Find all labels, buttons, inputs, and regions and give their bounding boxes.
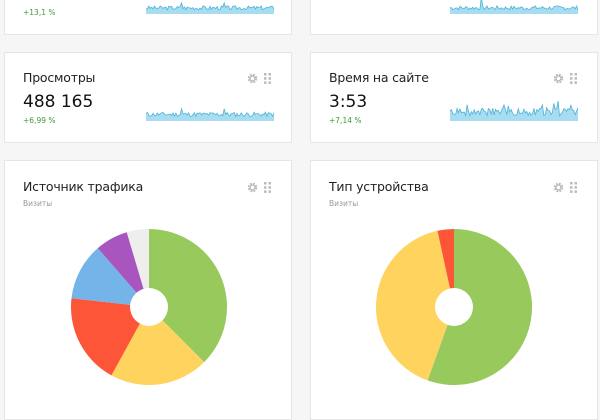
gear-icon[interactable] — [247, 182, 258, 193]
pie-hole — [130, 288, 168, 326]
card-title: Просмотры — [23, 70, 96, 85]
grip-icon[interactable] — [264, 182, 271, 193]
card-title: Время на сайте — [329, 70, 429, 85]
card-title: Источник трафика — [23, 179, 144, 194]
visits-change: +13,1 % — [23, 8, 56, 17]
pageviews-change: +6,99 % — [23, 116, 56, 125]
pageviews-sparkline — [146, 107, 274, 121]
device-type-pie-chart — [376, 229, 532, 385]
visits-card: +13,1 % — [4, 0, 292, 35]
users-sparkline — [450, 0, 578, 14]
grip-icon[interactable] — [570, 182, 577, 193]
traffic-source-card: Источник трафика Визиты — [4, 160, 292, 420]
pageviews-card: Просмотры 488 165 +6,99 % — [4, 52, 292, 143]
gear-icon[interactable] — [247, 73, 258, 84]
time-on-site-value: 3:53 — [329, 92, 368, 112]
pageviews-value: 488 165 — [23, 92, 94, 112]
visits-sparkline — [146, 1, 274, 14]
device-type-card: Тип устройства Визиты — [310, 160, 598, 420]
time-on-site-change: +7,14 % — [329, 116, 362, 125]
card-subtitle: Визиты — [329, 199, 359, 208]
pie-hole — [435, 288, 473, 326]
gear-icon[interactable] — [553, 182, 564, 193]
traffic-source-pie-chart — [71, 229, 227, 385]
card-subtitle: Визиты — [23, 199, 53, 208]
card-title: Тип устройства — [329, 179, 429, 194]
time-on-site-card: Время на сайте 3:53 +7,14 % — [310, 52, 598, 143]
grip-icon[interactable] — [264, 73, 271, 84]
time-on-site-sparkline — [450, 100, 578, 121]
users-card — [310, 0, 598, 35]
grip-icon[interactable] — [570, 73, 577, 84]
gear-icon[interactable] — [553, 73, 564, 84]
